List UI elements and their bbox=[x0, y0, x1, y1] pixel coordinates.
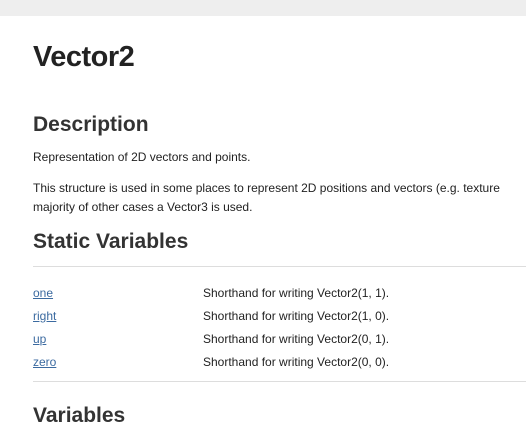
table-row: zero Shorthand for writing Vector2(0, 0)… bbox=[33, 351, 526, 374]
description-detail-line1: This structure is used in some places to… bbox=[33, 181, 500, 195]
description-detail-line2: majority of other cases a Vector3 is use… bbox=[33, 200, 253, 214]
variable-link-right[interactable]: right bbox=[33, 309, 56, 323]
variable-description: Shorthand for writing Vector2(1, 1). bbox=[203, 286, 390, 300]
variable-link-one[interactable]: one bbox=[33, 286, 53, 300]
variables-heading: Variables bbox=[33, 404, 126, 427]
variable-description: Shorthand for writing Vector2(0, 1). bbox=[203, 332, 390, 346]
top-bar bbox=[0, 0, 526, 16]
variable-link-up[interactable]: up bbox=[33, 332, 46, 346]
description-heading: Description bbox=[33, 113, 149, 136]
description-detail: This structure is used in some places to… bbox=[33, 179, 500, 217]
section-divider bbox=[33, 381, 526, 382]
table-row: up Shorthand for writing Vector2(0, 1). bbox=[33, 328, 526, 351]
section-divider bbox=[33, 266, 526, 267]
variable-description: Shorthand for writing Vector2(0, 0). bbox=[203, 355, 390, 369]
table-row: one Shorthand for writing Vector2(1, 1). bbox=[33, 282, 526, 305]
variable-link-zero[interactable]: zero bbox=[33, 355, 56, 369]
page-title: Vector2 bbox=[33, 41, 135, 73]
static-variables-heading: Static Variables bbox=[33, 230, 189, 253]
table-row: right Shorthand for writing Vector2(1, 0… bbox=[33, 305, 526, 328]
description-text: Representation of 2D vectors and points. bbox=[33, 150, 251, 164]
variable-description: Shorthand for writing Vector2(1, 0). bbox=[203, 309, 390, 323]
